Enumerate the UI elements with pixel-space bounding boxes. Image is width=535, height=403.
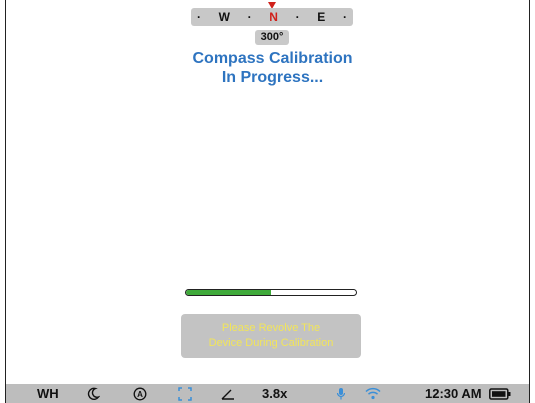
instruction-line2: Device During Calibration [208,337,334,349]
compass-east: E [317,10,326,24]
compass-west: W [218,10,230,24]
calibration-progress-fill [186,290,271,295]
zoom-level[interactable]: 3.8x [262,384,287,403]
compass-tick: · [197,10,201,24]
screen-border-right [529,0,530,403]
compass-north: N [269,10,278,24]
calibration-title-line1: Compass Calibration [192,50,353,67]
angle-icon[interactable] [221,384,235,403]
focus-frame-icon[interactable] [178,384,192,403]
wifi-icon[interactable] [365,384,381,403]
calibration-progress-bar [185,289,357,296]
battery-icon [489,384,511,403]
compass-tick: · [247,10,252,24]
calibration-title-line2: In Progress... [221,69,324,86]
compass-strip: · W · N · E · [191,8,353,26]
compass-tick: · [342,10,347,24]
clock-time: 12:30 AM [425,386,482,401]
night-mode-icon[interactable] [86,384,100,403]
status-bar: WH A 3.8x 12:30 AM [6,384,529,403]
microphone-icon[interactable] [336,384,346,403]
compass-tick: · [295,10,300,24]
heading-readout: 300° [255,30,289,45]
white-balance-label[interactable]: WH [37,384,59,403]
auto-mode-icon[interactable]: A [133,384,147,403]
calibration-instruction: Please Revolve The Device During Calibra… [181,314,361,358]
svg-text:A: A [137,390,143,399]
calibration-title: Compass Calibration In Progress... [150,49,395,87]
instruction-line1: Please Revolve The [221,322,321,334]
screen-border-left [5,0,6,403]
